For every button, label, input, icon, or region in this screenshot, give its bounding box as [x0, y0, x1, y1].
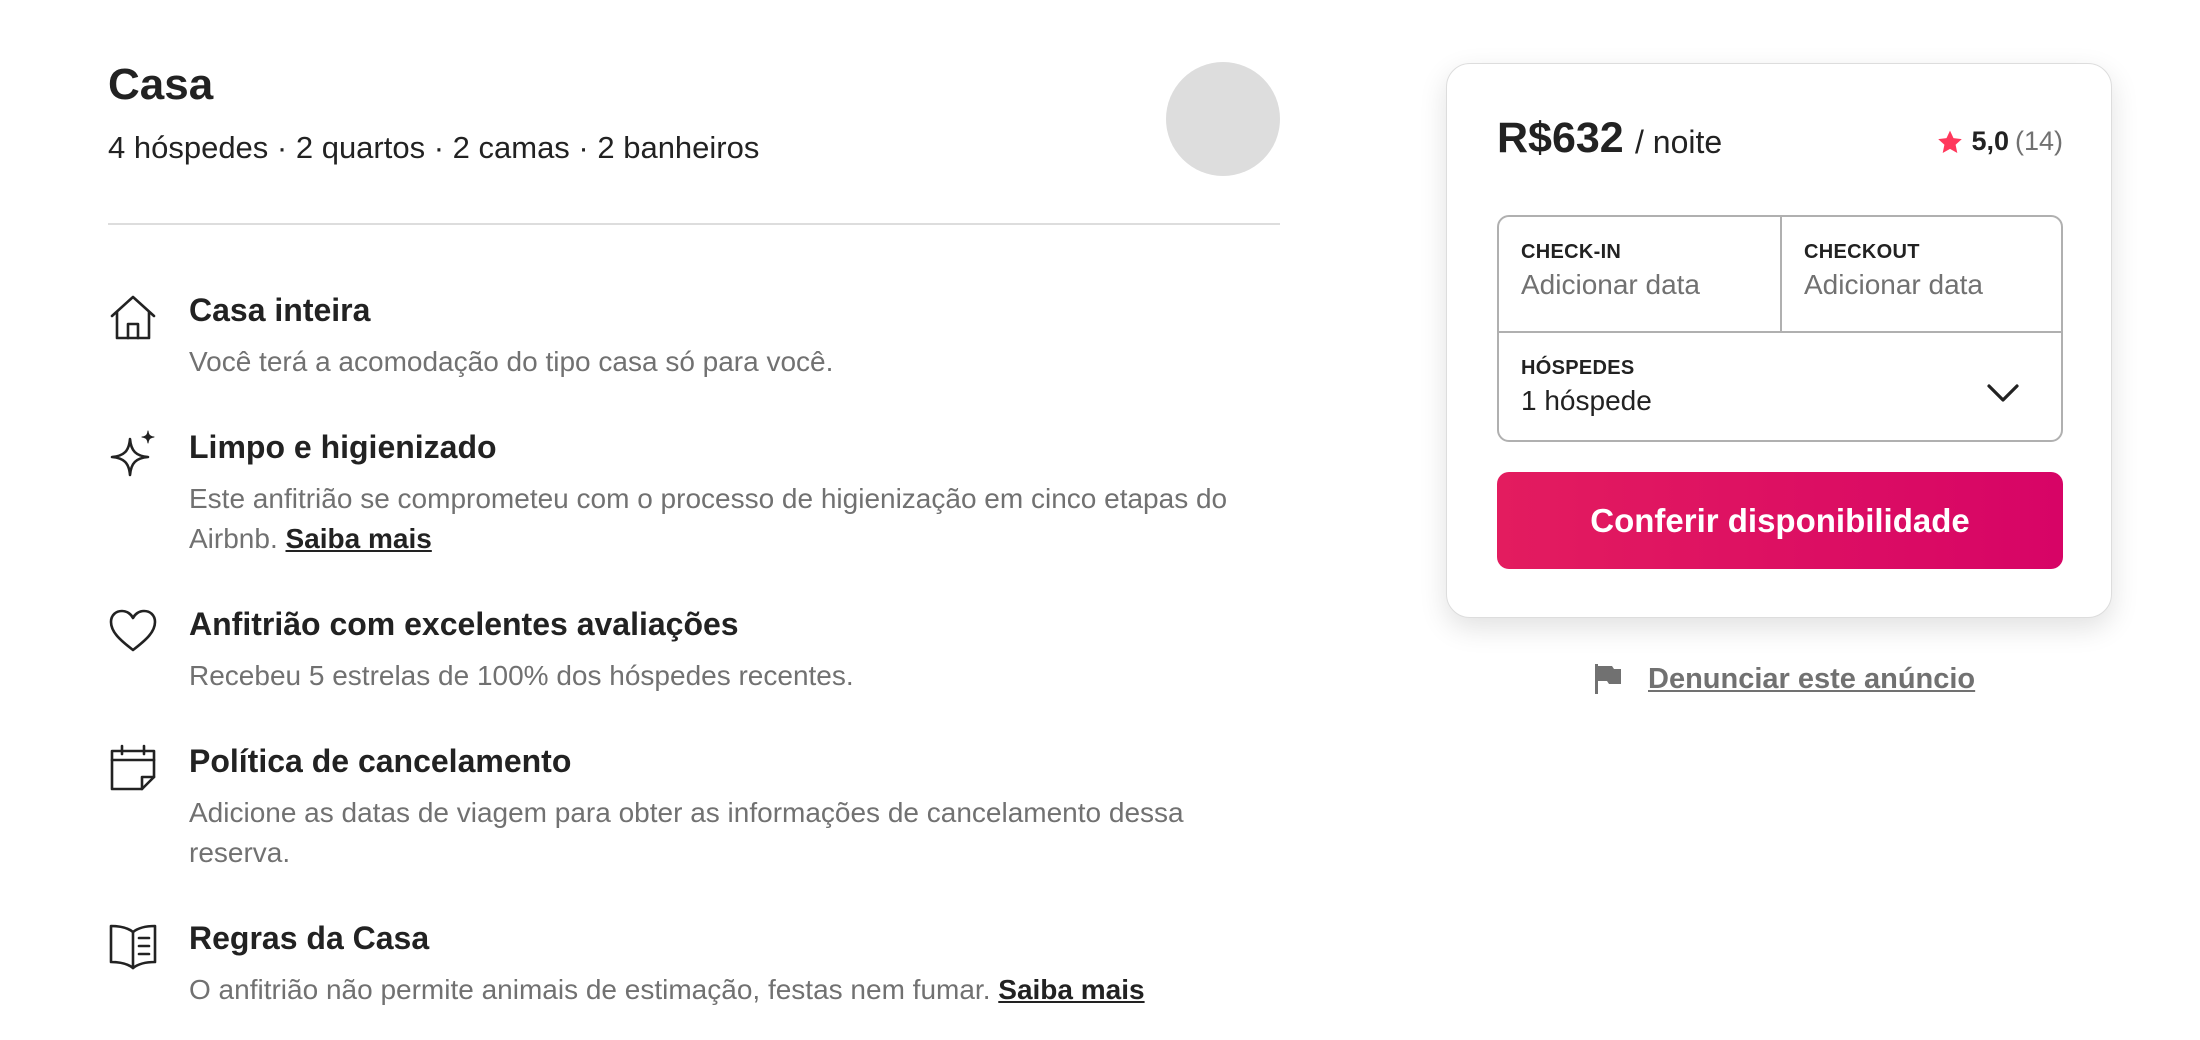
checkout-field[interactable]: CHECKOUT Adicionar data: [1782, 217, 2065, 331]
report-listing-link[interactable]: Denunciar este anúncio: [1648, 663, 1975, 696]
feature-title: Casa inteira: [189, 292, 371, 328]
star-icon: [1938, 130, 1963, 153]
learn-more-link[interactable]: Saiba mais: [998, 974, 1144, 1005]
guests-label: HÓSPEDES: [1521, 357, 1635, 379]
feature-description: Adicione as datas de viagem para obter a…: [189, 797, 1184, 868]
feature-title: Limpo e higienizado: [189, 429, 497, 465]
booking-inputs: CHECK-IN Adicionar data CHECKOUT Adicion…: [1497, 215, 2063, 442]
review-count: (14): [2014, 126, 2063, 156]
nightly-price: R$632: [1497, 114, 1624, 162]
heart-icon: [108, 606, 158, 656]
booking-card: R$632 / noite 5,0 (14) CHECK-IN Adiciona…: [1446, 63, 2112, 618]
checkin-label: CHECK-IN: [1521, 241, 1622, 263]
check-availability-button[interactable]: Conferir disponibilidade: [1497, 472, 2063, 569]
checkout-value: Adicionar data: [1804, 269, 1984, 300]
home-icon: [108, 292, 158, 342]
guests-select[interactable]: HÓSPEDES 1 hóspede: [1499, 331, 2061, 444]
feature-title: Anfitrião com excelentes avaliações: [189, 606, 739, 642]
rating-score: 5,0: [1971, 126, 2009, 156]
book-icon: [108, 920, 158, 970]
listing-header: Casa 4 hóspedes · 2 quartos · 2 camas · …: [108, 0, 1280, 225]
feature-description: Este anfitrião se comprometeu com o proc…: [189, 483, 1228, 554]
listing-overview: Casa 4 hóspedes · 2 quartos · 2 camas · …: [108, 0, 1280, 1005]
feature-description: Recebeu 5 estrelas de 100% dos hóspedes …: [189, 660, 854, 691]
host-avatar[interactable]: [1166, 62, 1280, 176]
feature-description: O anfitrião não permite animais de estim…: [189, 974, 1145, 1005]
feature-title: Política de cancelamento: [189, 743, 572, 779]
checkin-value: Adicionar data: [1521, 269, 1701, 300]
per-night-label: / noite: [1635, 124, 1723, 160]
feature-description: Você terá a acomodação do tipo casa só p…: [189, 346, 834, 377]
feature-title: Regras da Casa: [189, 920, 430, 956]
sparkles-icon: [108, 429, 158, 479]
checkin-field[interactable]: CHECK-IN Adicionar data: [1499, 217, 1782, 331]
guests-value: 1 hóspede: [1521, 385, 1652, 416]
calendar-icon: [108, 743, 158, 793]
checkout-label: CHECKOUT: [1804, 241, 1920, 263]
learn-more-link[interactable]: Saiba mais: [286, 523, 432, 554]
flag-icon: [1595, 664, 1621, 694]
chevron-down-icon: [1987, 384, 2019, 402]
listing-details: 4 hóspedes · 2 quartos · 2 camas · 2 ban…: [108, 130, 760, 165]
rating-summary[interactable]: 5,0 (14): [1937, 126, 2063, 157]
report-listing[interactable]: Denunciar este anúncio: [1590, 662, 1975, 696]
listing-title: Casa: [108, 60, 214, 109]
